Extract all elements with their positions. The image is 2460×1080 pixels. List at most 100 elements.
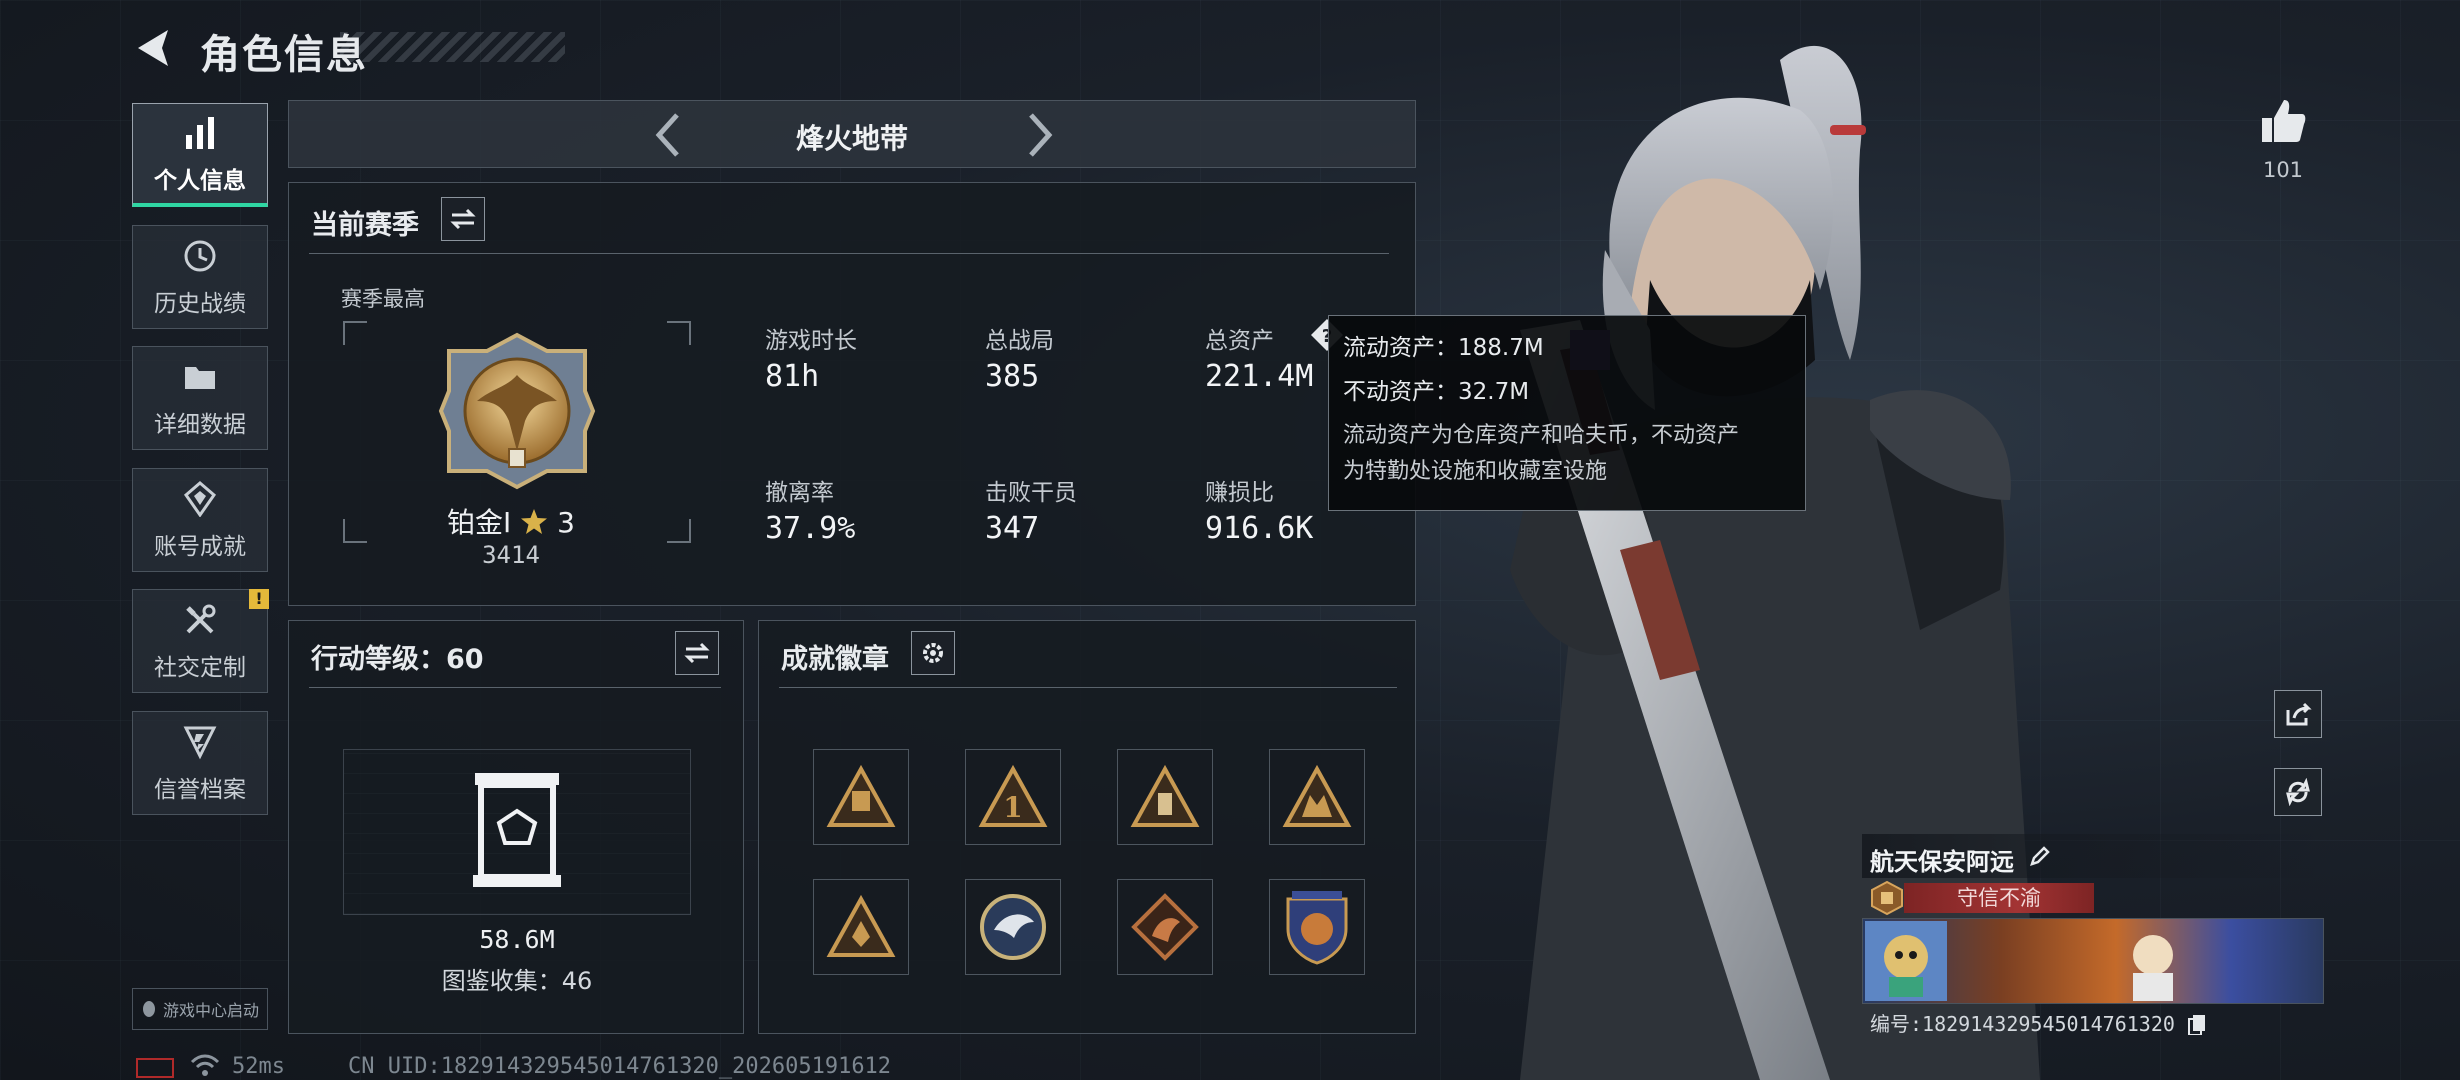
season-divider — [309, 253, 1389, 254]
sidebar-item-history[interactable]: 历史战绩 — [132, 225, 268, 329]
stat-extract-rate-label: 撤离率 — [765, 480, 834, 506]
frame-corner — [343, 321, 367, 345]
edit-icon[interactable] — [2028, 844, 2052, 868]
next-mode-arrow[interactable] — [1019, 109, 1059, 161]
likes-count: 101 — [2262, 158, 2304, 182]
player-name: 航天保安阿远 — [1870, 848, 2014, 876]
battery-icon — [136, 1058, 174, 1078]
badge-icon — [1131, 893, 1199, 961]
copy-icon[interactable] — [2187, 1013, 2207, 1036]
stat-total-matches-label: 总战局 — [985, 328, 1054, 354]
achievement-panel: 成就徽章 1 — [758, 620, 1416, 1034]
badge-icon — [826, 765, 896, 827]
rank-name: 铂金Ⅰ — [447, 506, 512, 539]
gear-icon — [923, 643, 943, 663]
badge-icon — [1282, 765, 1352, 827]
sidebar-item-label: 信誉档案 — [154, 777, 246, 803]
warning-badge: ! — [249, 589, 269, 609]
game-center-label: 游戏中心启动 — [162, 1001, 259, 1020]
player-banner — [1862, 918, 2324, 1004]
title-decoration — [340, 32, 565, 62]
wifi-icon — [190, 1054, 220, 1076]
back-icon[interactable] — [132, 26, 176, 70]
tooltip-description-line1: 流动资产为仓库资产和哈夫币，不动资产 — [1343, 423, 1740, 448]
stat-profit-ratio-label: 赚损比 — [1205, 480, 1274, 506]
achievement-badge[interactable] — [813, 879, 909, 975]
achievement-divider — [779, 687, 1397, 688]
achievement-badge[interactable] — [813, 749, 909, 845]
credit-icon — [180, 722, 220, 762]
player-avatar[interactable] — [1865, 921, 1947, 1001]
rank-score: 3414 — [482, 541, 540, 569]
season-panel: 当前赛季 赛季最高 铂金Ⅰ 3 3414 游戏时长 81h 总战局 385 总资… — [288, 182, 1416, 606]
collection-case-icon — [473, 773, 561, 887]
mode-title: 烽火地带 — [795, 122, 908, 155]
achievement-badge[interactable] — [1269, 879, 1365, 975]
title-badge-icon — [1871, 880, 1903, 916]
achievement-title: 成就徽章 — [781, 644, 889, 675]
achievement-badge[interactable] — [1117, 749, 1213, 845]
player-id-text: 编号:182914329545014761320 — [1870, 1012, 2175, 1036]
tooltip-liquid-assets: 流动资产：188.7M — [1343, 335, 1544, 361]
achievement-badge[interactable]: 1 — [965, 749, 1061, 845]
achievement-badge[interactable] — [1269, 749, 1365, 845]
rank-stars: 3 — [557, 506, 575, 539]
history-icon — [180, 236, 220, 276]
season-switch-button[interactable] — [441, 197, 485, 241]
sidebar-item-label: 详细数据 — [154, 412, 246, 438]
action-level-divider — [309, 687, 721, 688]
bar-chart-icon — [180, 113, 220, 153]
stat-extract-rate-value: 37.9% — [765, 511, 856, 546]
achievement-icon — [180, 479, 220, 519]
collection-value: 58.6M — [479, 925, 555, 954]
tooltip-fixed-assets: 不动资产：32.7M — [1343, 379, 1530, 405]
star-icon — [521, 509, 548, 534]
sidebar-item-label: 社交定制 — [154, 655, 246, 681]
action-level-panel: 行动等级：60 58.6M 图鉴收集：46 — [288, 620, 744, 1034]
svg-text:1: 1 — [1003, 791, 1022, 824]
folder-icon — [180, 357, 220, 397]
sidebar-item-label: 账号成就 — [154, 534, 246, 560]
stat-total-assets-label: 总资产 — [1205, 328, 1274, 354]
sidebar-item-label: 个人信息 — [154, 167, 246, 194]
mode-nav: 烽火地带 — [288, 100, 1416, 168]
sidebar-item-social[interactable]: ! 社交定制 — [132, 589, 269, 693]
thumbs-up-icon[interactable] — [2258, 96, 2308, 146]
season-best-label: 赛季最高 — [341, 287, 425, 311]
swap-icon — [450, 208, 476, 230]
collection-count: 图鉴收集：46 — [441, 967, 593, 995]
achievement-settings-button[interactable] — [911, 631, 955, 675]
refresh-button[interactable] — [2274, 768, 2322, 816]
player-name-row: 航天保安阿远 — [1862, 834, 2322, 878]
stat-profit-ratio-value: 916.6K — [1205, 511, 1314, 546]
season-title: 当前赛季 — [311, 210, 419, 241]
sidebar-item-achievements[interactable]: 账号成就 — [132, 468, 268, 572]
player-id: 编号:182914329545014761320 — [1870, 1008, 2207, 1037]
sidebar-item-detail-data[interactable]: 详细数据 — [132, 346, 268, 450]
achievement-badge[interactable] — [965, 879, 1061, 975]
stat-kills-label: 击败干员 — [985, 480, 1077, 506]
share-button[interactable] — [2274, 690, 2322, 738]
assets-tooltip: 流动资产：188.7M 不动资产：32.7M 流动资产为仓库资产和哈夫币，不动资… — [1328, 315, 1806, 511]
badge-icon — [1130, 765, 1200, 827]
banner-character-art — [2133, 935, 2173, 1001]
stat-total-matches-value: 385 — [985, 359, 1040, 394]
rank-line: 铂金Ⅰ 3 — [341, 501, 681, 541]
stat-kills-value: 347 — [985, 511, 1040, 546]
player-title-tag: 守信不渝 — [1904, 883, 2094, 913]
tools-icon — [180, 600, 220, 640]
sidebar-item-personal-info[interactable]: 个人信息 — [132, 103, 268, 207]
action-level-switch-button[interactable] — [675, 631, 719, 675]
tooltip-description-line2: 为特勤处设施和收藏室设施 — [1343, 459, 1608, 484]
stat-play-time-value: 81h — [765, 359, 820, 394]
game-center-button[interactable]: 游戏中心启动 — [132, 988, 268, 1030]
action-level-title: 行动等级：60 — [311, 644, 484, 675]
rank-emblem-icon — [438, 332, 596, 490]
sidebar-item-credit[interactable]: 信誉档案 — [132, 711, 268, 815]
qq-icon — [142, 1001, 155, 1017]
uid-display: CN UID:182914329545014761320_20260519161… — [348, 1054, 892, 1079]
achievement-badge[interactable] — [1117, 879, 1213, 975]
badge-icon: 1 — [978, 765, 1048, 827]
ping-display: 52ms — [232, 1054, 285, 1079]
badge-icon — [1286, 891, 1348, 965]
